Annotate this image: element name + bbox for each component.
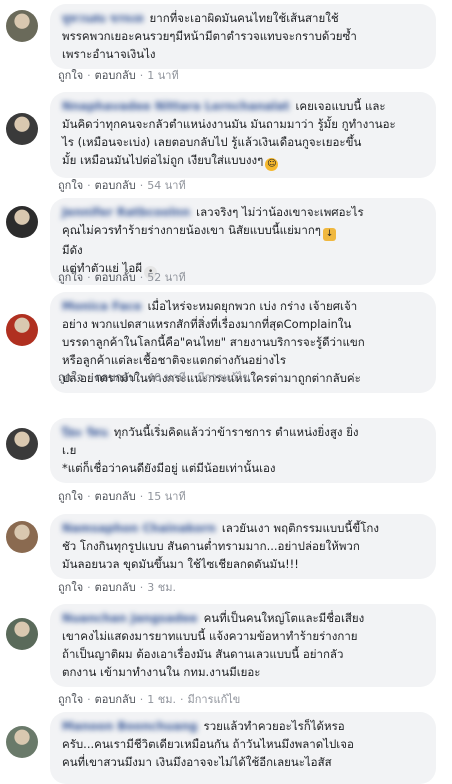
comment-text-line: ทุกวันนี้เริ่มคิดแล้วว่าข้าราชการ ตำแหน่…: [113, 425, 359, 439]
comment-text-line: เลวยันเงา พฤติกรรมแบบนี้ขี้โกง: [221, 521, 379, 535]
comment-actions: ถูกใจ · ตอบกลับ · 15 นาที: [58, 487, 186, 505]
comment-author-name[interactable]: Monica Face: [62, 297, 142, 315]
avatar[interactable]: [6, 521, 38, 553]
comment-bubble: ทูทวนสม ขรจงล ยากที่จะเอาผิดมันคนไทยใช้เส…: [50, 4, 436, 69]
avatar[interactable]: [6, 726, 38, 758]
comment-text-line: พรรคพวกเยอะคนรวยๆมีหน้ามีตาตำรวจแทบจะกรา…: [62, 29, 357, 43]
edited-label[interactable]: มีการแก้ไข: [197, 371, 250, 384]
separator-dot: ·: [87, 271, 91, 284]
avatar[interactable]: [6, 618, 38, 650]
comment-bubble: ปิยะ รัตน ทุกวันนี้เริ่มคิดแล้วว่าข้าราชก…: [50, 418, 436, 483]
laughing-emoji-icon: ☺: [265, 158, 279, 171]
comment-text-line: *แต่ก็เชื่อว่าคนดียังมีอยู่ แต่มีน้อยเท่…: [62, 461, 276, 475]
reply-link[interactable]: ตอบกลับ: [95, 581, 136, 594]
comment-text-line: รวยแล้วทำควยอะไรก็ได้หรอ: [203, 719, 345, 733]
comment-text-line: คนที่เขาสวนมึงมา เงินมึงอาจจะไม่ได้ใช้อี…: [62, 755, 332, 769]
comment-text-line: มันคิดว่าทุกคนจะกลัวตำแหน่งงานมัน มันถาม…: [62, 117, 396, 131]
comment-actions: ถูกใจ · ตอบกลับ · 1 นาที: [58, 66, 179, 84]
like-link[interactable]: ถูกใจ: [58, 693, 83, 706]
like-link[interactable]: ถูกใจ: [58, 371, 83, 384]
comment-timestamp[interactable]: 1 ชม.: [147, 693, 176, 706]
comment-timestamp[interactable]: 52 นาที: [147, 271, 185, 284]
comment-actions: ถูกใจ · ตอบกลับ · 3 ชม.: [58, 578, 176, 596]
comment-text-line: ครับ...คนเรามีชีวิตเดียวเหมือนกัน ถ้าวัน…: [62, 737, 354, 751]
comment-actions: ถูกใจ · ตอบกลับ · 52 นาที: [58, 268, 186, 286]
separator-dot: ·: [139, 490, 144, 503]
separator-dot: ·: [139, 69, 144, 82]
comment-timestamp[interactable]: 54 นาที: [147, 179, 185, 192]
avatar[interactable]: [6, 428, 38, 460]
separator-dot: ·: [139, 581, 144, 594]
comment-text-line: มีดัง: [62, 243, 83, 257]
comment-text-line: เขาคงไม่แสดงมารยาทแบบนี้ แจ้งความข้อหาทำ…: [62, 629, 358, 643]
comment-text-line: ยากที่จะเอาผิดมันคนไทยใช้เส้นสายใช้: [149, 11, 339, 25]
thumbs-down-emoji-icon: ↓: [322, 228, 336, 241]
comment-author-name[interactable]: ทูทวนสม ขรจงล: [62, 9, 144, 27]
comment-timestamp[interactable]: 3 ชม.: [147, 581, 176, 594]
separator-dot: ·: [179, 693, 184, 706]
avatar[interactable]: [6, 113, 38, 145]
separator-dot: ·: [87, 371, 91, 384]
reply-link[interactable]: ตอบกลับ: [95, 490, 136, 503]
separator-dot: ·: [87, 581, 91, 594]
separator-dot: ·: [87, 179, 91, 192]
reply-link[interactable]: ตอบกลับ: [95, 271, 136, 284]
comment-text-line: ตกงาน เข้ามาทำงานใน กทม.งานมีเยอะ: [62, 665, 261, 679]
comment-text-line: คุณไม่ควรทำร้ายร่างกายน้องเขา นิสัยแบบนี…: [62, 223, 321, 237]
comment-text-line: มั้ย เหมือนมันไปต่อไม่ถูก เงียบใส่แบบงงๆ: [62, 153, 264, 167]
separator-dot: ·: [139, 693, 144, 706]
reply-link[interactable]: ตอบกลับ: [95, 693, 136, 706]
edited-label[interactable]: มีการแก้ไข: [187, 693, 240, 706]
comment-text-line: เ.ย: [62, 443, 77, 457]
separator-dot: ·: [87, 490, 91, 503]
comment-author-name[interactable]: Nnaphavadee Nittara Lernchanalat: [62, 97, 290, 115]
reply-link[interactable]: ตอบกลับ: [95, 371, 136, 384]
separator-dot: ·: [87, 69, 91, 82]
comment-author-name[interactable]: Jennifer Ratbcoolnn: [62, 203, 190, 221]
separator-dot: ·: [189, 371, 194, 384]
comment-author-name[interactable]: Manoon Boonchuang: [62, 717, 198, 735]
comment-bubble: Nnaphavadee Nittara Lernchanalat เคยเจอแบ…: [50, 92, 436, 178]
like-link[interactable]: ถูกใจ: [58, 490, 83, 503]
like-link[interactable]: ถูกใจ: [58, 271, 83, 284]
avatar[interactable]: [6, 314, 38, 346]
like-link[interactable]: ถูกใจ: [58, 179, 83, 192]
avatar[interactable]: [6, 10, 38, 42]
like-link[interactable]: ถูกใจ: [58, 581, 83, 594]
comment-timestamp[interactable]: 15 นาที: [147, 490, 185, 503]
comment-actions: ถูกใจ · ตอบกลับ · 54 นาที: [58, 176, 186, 194]
comment-timestamp[interactable]: 1 นาที: [147, 69, 178, 82]
avatar[interactable]: [6, 206, 38, 238]
separator-dot: ·: [139, 271, 144, 284]
separator-dot: ·: [139, 179, 144, 192]
comment-text-line: คนที่เป็นคนใหญ่โตและมีชื่อเสียง: [203, 611, 365, 625]
comment-actions: ถูกใจ · ตอบกลับ · 40 นาที · มีการแก้ไข: [58, 368, 250, 386]
comment-text-line: ถ้าเป็นญาติผม ต้องเอาเรื่องมัน สันดานเลว…: [62, 647, 344, 661]
comment-text-line: อย่าง พวกแปดสาแหรกสักที่สิ่งที่เรื่องมาก…: [62, 317, 352, 331]
comment-author-name[interactable]: Nuanchan Jangsadee: [62, 609, 198, 627]
comment-text-line: เลวจริงๆ ไม่ว่าน้องเขาจะเพศอะไร: [196, 205, 364, 219]
comment-text-line: เพราะอำนาจเงินไง: [62, 47, 156, 61]
comment-bubble: Namsaphon Chainakorn เลวยันเงา พฤติกรรมแบ…: [50, 514, 436, 579]
separator-dot: ·: [139, 371, 144, 384]
comment-timestamp[interactable]: 40 นาที: [147, 371, 185, 384]
separator-dot: ·: [87, 693, 91, 706]
comment-text-line: ไร (เหมือนจะเบ่ง) เลยตอบกลับไป รู้แล้วเง…: [62, 135, 362, 149]
reply-link[interactable]: ตอบกลับ: [95, 179, 136, 192]
comment-text-line: ชัว โกงกินทุกรูปแบบ สันดานต่ำทรามมาก...อ…: [62, 539, 360, 553]
comment-text-line: มันลอยนวล ขุดมันขึ้นมา ใช้ไซเชียลกดดันมั…: [62, 557, 299, 571]
comment-text-line: หรือลูกค้าแต่ละเชื้อชาติจะแตกต่างกันอย่า…: [62, 353, 287, 367]
comment-bubble: Nuanchan Jangsadee คนที่เป็นคนใหญ่โตและมี…: [50, 604, 436, 687]
like-link[interactable]: ถูกใจ: [58, 69, 83, 82]
comment-author-name[interactable]: ปิยะ รัตน: [62, 423, 108, 441]
comment-bubble: Manoon Boonchuang รวยแล้วทำควยอะไรก็ได้หร…: [50, 712, 436, 784]
comment-text-line: เคยเจอแบบนี้ และ: [295, 99, 386, 113]
reply-link[interactable]: ตอบกลับ: [95, 69, 136, 82]
comment-author-name[interactable]: Namsaphon Chainakorn: [62, 519, 216, 537]
comment-actions: ถูกใจ · ตอบกลับ · 1 ชม. · มีการแก้ไข: [58, 690, 240, 708]
comment-text-line: เมื่อไหร่จะหมดยุกพวก เบ่ง กร่าง เจ้ายศเจ…: [147, 299, 358, 313]
comment-text-line: บรรดาลูกค้าในโลกนี้คือ"คนไทย" สายงานบริก…: [62, 335, 365, 349]
